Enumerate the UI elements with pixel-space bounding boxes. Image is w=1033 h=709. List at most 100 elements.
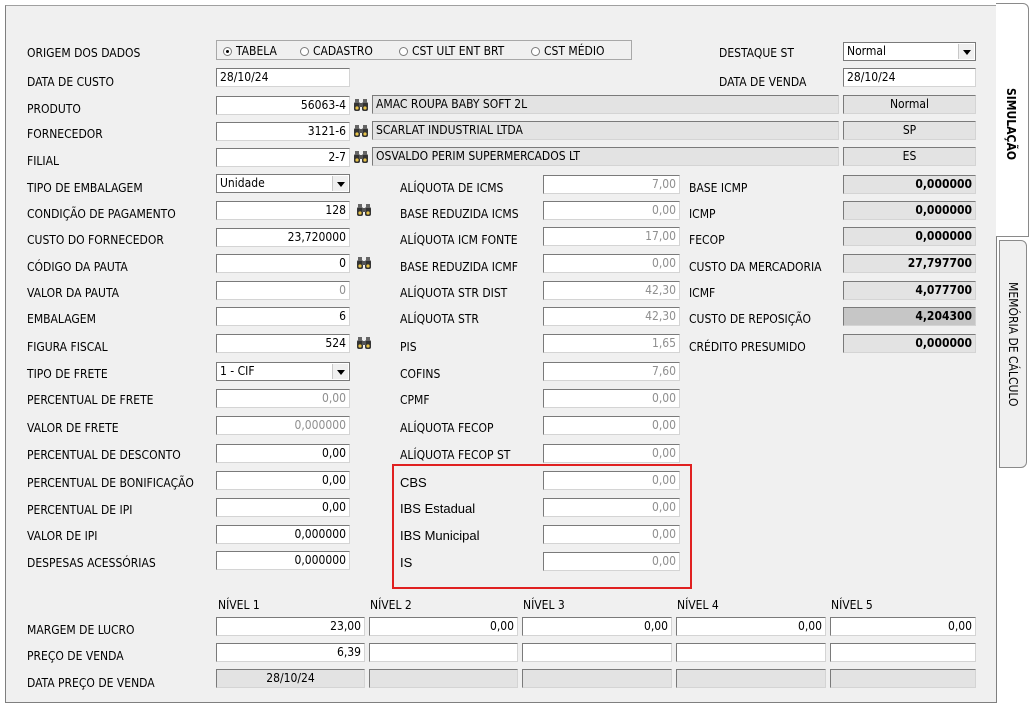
label-figura-fiscal: FIGURA FISCAL	[27, 340, 108, 354]
pis-field: 1,65	[543, 334, 680, 353]
label-cofins: COFINS	[400, 367, 441, 381]
despesas-acessorias-field[interactable]: 0,000000	[216, 551, 350, 570]
data-venda-field[interactable]: 28/10/24	[843, 68, 976, 87]
label-is: IS	[400, 555, 413, 570]
custo-fornecedor-field[interactable]: 23,720000	[216, 228, 350, 247]
preco-nivel-3[interactable]	[522, 643, 672, 662]
filial-code-field[interactable]: 2-7	[216, 148, 350, 167]
label-cbs: CBS	[400, 475, 427, 490]
base-reduzida-icmf-field: 0,00	[543, 254, 680, 273]
label-cpmf: CPMF	[400, 393, 430, 407]
fornecedor-code-field[interactable]: 3121-6	[216, 122, 350, 141]
label-custo-mercadoria: CUSTO DA MERCADORIA	[689, 260, 822, 274]
label-aliquota-str-dist: ALÍQUOTA STR DIST	[400, 286, 508, 300]
data-preco-nivel-5	[830, 669, 976, 688]
aliquota-fecop-st-field: 0,00	[543, 444, 680, 463]
binoculars-icon[interactable]	[356, 255, 372, 271]
cofins-field: 7,60	[543, 362, 680, 381]
percentual-ipi-field[interactable]: 0,00	[216, 498, 350, 517]
condicao-pagamento-field[interactable]: 128	[216, 201, 350, 220]
fornecedor-name-field: SCARLAT INDUSTRIAL LTDA	[372, 121, 839, 140]
preco-nivel-2[interactable]	[369, 643, 518, 662]
data-preco-nivel-3	[522, 669, 672, 688]
produto-code-field[interactable]: 56063-4	[216, 96, 350, 115]
label-fornecedor: FORNECEDOR	[27, 127, 103, 141]
label-pis: PIS	[400, 340, 417, 354]
preco-nivel-1[interactable]: 6,39	[216, 643, 365, 662]
label-embalagem: EMBALAGEM	[27, 312, 96, 326]
codigo-pauta-field[interactable]: 0	[216, 254, 350, 273]
label-percentual-desconto: PERCENTUAL DE DESCONTO	[27, 448, 181, 462]
label-origem: ORIGEM DOS DADOS	[27, 46, 141, 60]
margem-nivel-4[interactable]: 0,00	[676, 617, 826, 636]
radio-cadastro[interactable]: CADASTRO	[300, 44, 373, 58]
label-percentual-ipi: PERCENTUAL DE IPI	[27, 503, 133, 517]
label-base-reduzida-icmf: BASE REDUZIDA ICMF	[400, 260, 518, 274]
radio-cst-ult-ent-brt[interactable]: CST ULT ENT BRT	[399, 44, 504, 58]
label-valor-frete: VALOR DE FRETE	[27, 421, 119, 435]
valor-ipi-field[interactable]: 0,000000	[216, 525, 350, 544]
filial-uf-field: ES	[843, 147, 976, 166]
margem-nivel-1[interactable]: 23,00	[216, 617, 365, 636]
label-aliquota-fecop-st: ALÍQUOTA FECOP ST	[400, 448, 511, 462]
label-data-venda: DATA DE VENDA	[719, 75, 807, 89]
percentual-bonificacao-field[interactable]: 0,00	[216, 471, 350, 490]
chevron-down-icon[interactable]	[958, 44, 974, 59]
aliquota-str-dist-field: 42,30	[543, 281, 680, 300]
margem-nivel-3[interactable]: 0,00	[522, 617, 672, 636]
radio-dot-icon	[300, 46, 309, 56]
margem-nivel-5[interactable]: 0,00	[830, 617, 976, 636]
valor-frete-field: 0,000000	[216, 416, 350, 435]
label-tipo-embalagem: TIPO DE EMBALAGEM	[27, 181, 143, 195]
data-preco-nivel-4	[676, 669, 826, 688]
label-fecop: FECOP	[689, 233, 725, 247]
tipo-frete-select[interactable]: 1 - CIF	[216, 362, 350, 381]
radio-cst-medio[interactable]: CST MÉDIO	[531, 44, 605, 58]
label-preco-venda: PREÇO DE VENDA	[27, 649, 124, 663]
figura-fiscal-field[interactable]: 524	[216, 334, 350, 353]
nivel-2-header: NÍVEL 2	[370, 598, 412, 612]
nivel-4-header: NÍVEL 4	[677, 598, 719, 612]
label-credito-presumido: CRÉDITO PRESUMIDO	[689, 340, 806, 354]
custo-reposicao-field: 4,204300	[843, 307, 976, 326]
preco-nivel-5[interactable]	[830, 643, 976, 662]
label-percentual-bonificacao: PERCENTUAL DE BONIFICAÇÃO	[27, 476, 194, 490]
produto-name-field: AMAC ROUPA BABY SOFT 2L	[372, 95, 839, 114]
tipo-embalagem-select[interactable]: Unidade	[216, 174, 350, 193]
binoculars-icon[interactable]	[356, 202, 372, 218]
binoculars-icon[interactable]	[353, 149, 369, 165]
credito-presumido-field: 0,000000	[843, 334, 976, 353]
destaque-st-select[interactable]: Normal	[843, 42, 976, 61]
label-valor-pauta: VALOR DA PAUTA	[27, 286, 119, 300]
cpmf-field: 0,00	[543, 389, 680, 408]
base-icmp-field: 0,000000	[843, 175, 976, 194]
data-custo-field[interactable]: 28/10/24	[216, 68, 350, 87]
label-aliquota-icm-fonte: ALÍQUOTA ICM FONTE	[400, 233, 518, 247]
origem-radio-group: TABELA CADASTRO CST ULT ENT BRT CST MÉDI…	[216, 40, 632, 60]
radio-label: CADASTRO	[313, 44, 373, 58]
embalagem-field[interactable]: 6	[216, 307, 350, 326]
chevron-down-icon[interactable]	[332, 176, 348, 191]
fornecedor-uf-field: SP	[843, 121, 976, 140]
filial-name-field: OSVALDO PERIM SUPERMERCADOS LT	[372, 147, 839, 166]
percentual-desconto-field[interactable]: 0,00	[216, 444, 350, 463]
radio-label: CST ULT ENT BRT	[412, 44, 505, 58]
binoculars-icon[interactable]	[353, 123, 369, 139]
label-margem-lucro: MARGEM DE LUCRO	[27, 623, 135, 637]
label-data-custo: DATA DE CUSTO	[27, 75, 114, 89]
label-icmf: ICMF	[689, 286, 716, 300]
percentual-frete-field: 0,00	[216, 389, 350, 408]
produto-status-field: Normal	[843, 95, 976, 114]
nivel-5-header: NÍVEL 5	[831, 598, 873, 612]
label-ibs-estadual: IBS Estadual	[400, 501, 476, 516]
is-field: 0,00	[543, 552, 680, 571]
binoculars-icon[interactable]	[353, 97, 369, 113]
chevron-down-icon[interactable]	[332, 364, 348, 379]
margem-nivel-2[interactable]: 0,00	[369, 617, 518, 636]
aliquota-icms-field: 7,00	[543, 175, 680, 194]
label-destaque-st: DESTAQUE ST	[719, 46, 794, 60]
radio-label: TABELA	[236, 44, 277, 58]
radio-tabela[interactable]: TABELA	[223, 44, 277, 58]
binoculars-icon[interactable]	[356, 335, 372, 351]
preco-nivel-4[interactable]	[676, 643, 826, 662]
